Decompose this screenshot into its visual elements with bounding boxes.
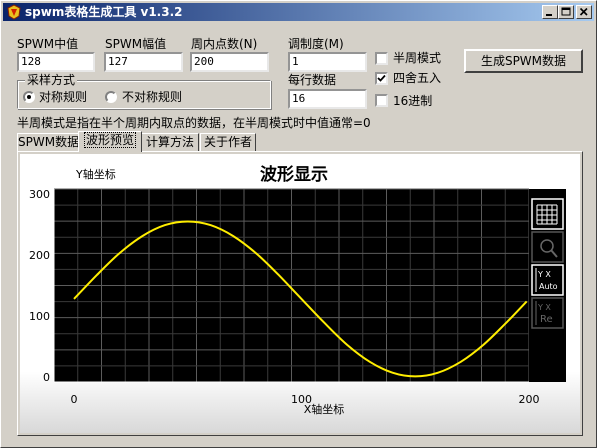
- y-tick-label: 100: [29, 310, 50, 323]
- tab-waveform-preview-label: 波形预览: [83, 132, 136, 148]
- y-tick-label: 200: [29, 249, 50, 262]
- hex-checkbox[interactable]: [375, 94, 388, 107]
- x-tick-label: 200: [519, 393, 540, 406]
- minimize-button[interactable]: [542, 5, 558, 19]
- generate-button[interactable]: 生成SPWM数据: [464, 49, 583, 73]
- minimize-icon: [546, 14, 552, 16]
- app-window: spwm表格生成工具 v1.3.2 SPWM中值 SPWM幅值 周内点数(N) …: [0, 0, 597, 448]
- x-tick-label: 0: [71, 393, 78, 406]
- zoom-icon[interactable]: [531, 231, 564, 263]
- chart-title: 波形显示: [260, 164, 328, 185]
- x-tick-label: 100: [291, 393, 312, 406]
- tab-waveform-preview[interactable]: 波形预览: [78, 131, 142, 152]
- close-icon: [579, 7, 588, 16]
- y-auto-icon-bottom: Auto: [539, 282, 558, 291]
- grid-lines: [53, 188, 530, 383]
- y-reset-icon-top: Y X: [537, 303, 551, 312]
- half-cycle-note: 半周模式是指在半个周期内取点的数据，在半周模式时中值通常=0: [17, 116, 371, 130]
- tab-calculation[interactable]: 计算方法: [141, 133, 199, 151]
- asymmetric-label: 不对称规则: [122, 90, 183, 104]
- round-checkbox[interactable]: [375, 72, 388, 85]
- sampling-group-title: 采样方式: [25, 73, 78, 87]
- maximize-icon: [561, 7, 571, 16]
- modulation-input[interactable]: 1: [288, 52, 367, 72]
- modulation-label: 调制度(M): [288, 37, 344, 51]
- y-tick-label: 300: [29, 188, 50, 201]
- y-reset-icon[interactable]: Y X Re: [531, 297, 564, 329]
- hex-label: 16进制: [393, 94, 433, 108]
- maximize-button[interactable]: [558, 5, 574, 19]
- check-icon: [377, 74, 386, 82]
- tab-about-author[interactable]: 关于作者: [200, 133, 256, 151]
- app-logo-icon[interactable]: [6, 4, 22, 20]
- tab-spwm-data[interactable]: SPWM数据: [17, 133, 79, 151]
- symmetric-radio[interactable]: [23, 91, 35, 103]
- y-auto-icon[interactable]: Y X Auto: [531, 264, 564, 296]
- asymmetric-radio[interactable]: [105, 91, 117, 103]
- window-title: spwm表格生成工具 v1.3.2: [25, 5, 183, 19]
- title-bar[interactable]: spwm表格生成工具 v1.3.2: [3, 3, 594, 21]
- round-label: 四舍五入: [393, 71, 442, 85]
- symmetric-label: 对称规则: [39, 90, 88, 104]
- y-axis-title: Y轴坐标: [75, 167, 116, 181]
- y-auto-icon-top: Y X: [537, 270, 551, 279]
- amplitude-label: SPWM幅值: [105, 37, 167, 51]
- center-input[interactable]: 128: [17, 52, 95, 72]
- points-input[interactable]: 200: [190, 52, 269, 72]
- per-line-label: 每行数据: [288, 73, 337, 87]
- half-cycle-checkbox[interactable]: [375, 52, 388, 65]
- half-cycle-label: 半周模式: [393, 51, 442, 65]
- points-label: 周内点数(N): [191, 37, 258, 51]
- close-button[interactable]: [576, 5, 592, 19]
- grid-icon[interactable]: [531, 198, 564, 230]
- waveform-chart: 波形显示 Y轴坐标 X轴坐标 0100200300 0 100 200 Y X Au…: [20, 154, 580, 433]
- y-reset-icon-bottom: Re: [540, 314, 553, 325]
- per-line-input[interactable]: 16: [288, 89, 367, 109]
- amplitude-input[interactable]: 127: [104, 52, 183, 72]
- y-tick-label: 0: [43, 371, 50, 384]
- center-label: SPWM中值: [17, 37, 79, 51]
